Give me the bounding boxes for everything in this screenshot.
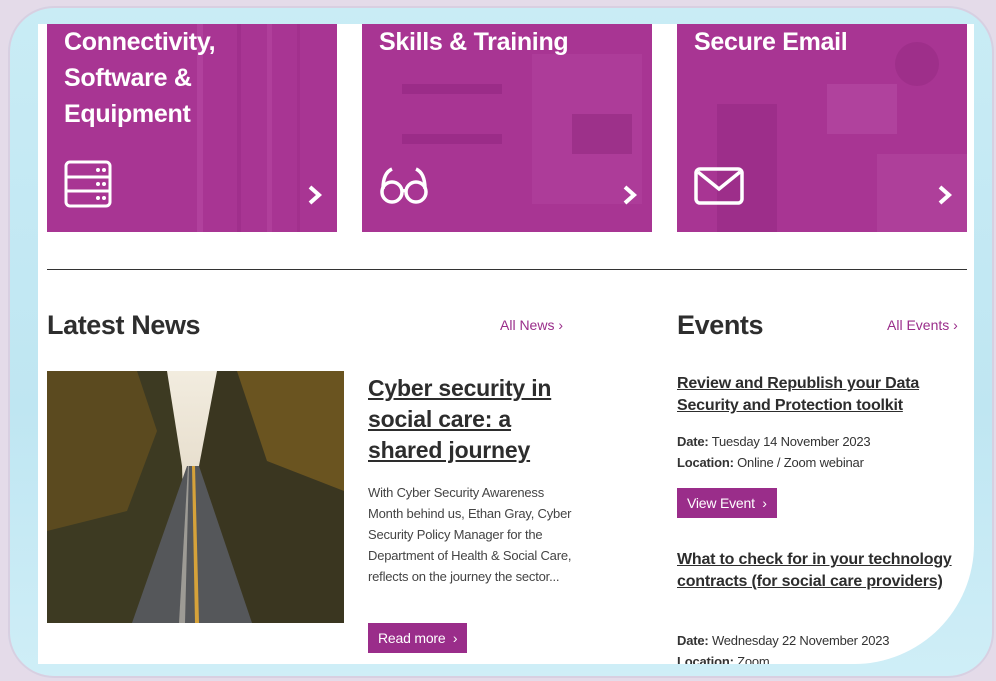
chevron-right-icon: › bbox=[953, 317, 958, 333]
news-article-image bbox=[47, 371, 344, 623]
chevron-right-icon: › bbox=[762, 495, 767, 511]
event-location: Location: Zoom bbox=[677, 654, 770, 664]
all-news-link[interactable]: All News › bbox=[500, 317, 563, 333]
news-article-title[interactable]: Cyber security in social care: a shared … bbox=[368, 373, 578, 466]
news-article-excerpt: With Cyber Security Awareness Month behi… bbox=[368, 485, 572, 584]
tile-title: Secure Email bbox=[694, 28, 848, 56]
event-title[interactable]: Review and Republish your Data Security … bbox=[677, 373, 974, 417]
envelope-icon bbox=[694, 167, 744, 205]
chevron-right-icon: › bbox=[452, 630, 458, 646]
event-date: Date: Wednesday 22 November 2023 bbox=[677, 633, 890, 648]
view-event-button[interactable]: View Event › bbox=[677, 488, 777, 518]
chevron-right-icon bbox=[938, 185, 953, 205]
latest-news-heading: Latest News bbox=[47, 310, 201, 340]
event-details: Date: Wednesday 22 November 2023 Locatio… bbox=[677, 630, 967, 664]
event-date: Date: Tuesday 14 November 2023 bbox=[677, 434, 871, 449]
view-event-label: View Event bbox=[687, 495, 755, 511]
glasses-icon bbox=[380, 167, 428, 204]
all-news-label: All News bbox=[500, 317, 555, 333]
event-location: Location: Online / Zoom webinar bbox=[677, 455, 864, 470]
tile-skills-training[interactable]: Skills & Training bbox=[362, 24, 652, 232]
chevron-right-icon bbox=[623, 185, 638, 205]
chevron-right-icon: › bbox=[558, 317, 564, 333]
tile-title: Connectivity, Software & Equipment bbox=[64, 28, 216, 128]
tile-secure-email[interactable]: Secure Email bbox=[677, 24, 967, 232]
server-icon bbox=[64, 160, 112, 208]
chevron-right-icon bbox=[308, 185, 323, 205]
read-more-button[interactable]: Read more › bbox=[368, 623, 468, 653]
read-more-label: Read more bbox=[378, 630, 446, 646]
section-divider bbox=[47, 269, 967, 270]
all-events-label: All Events bbox=[887, 317, 950, 333]
tile-title: Skills & Training bbox=[379, 28, 569, 56]
events-heading: Events bbox=[677, 310, 764, 340]
all-events-link[interactable]: All Events › bbox=[887, 317, 958, 333]
page: Connectivity, Software & Equipment Skill… bbox=[38, 24, 974, 664]
event-title[interactable]: What to check for in your technology con… bbox=[677, 549, 974, 593]
event-details: Date: Tuesday 14 November 2023 Location:… bbox=[677, 431, 967, 473]
tile-connectivity[interactable]: Connectivity, Software & Equipment bbox=[47, 24, 337, 232]
